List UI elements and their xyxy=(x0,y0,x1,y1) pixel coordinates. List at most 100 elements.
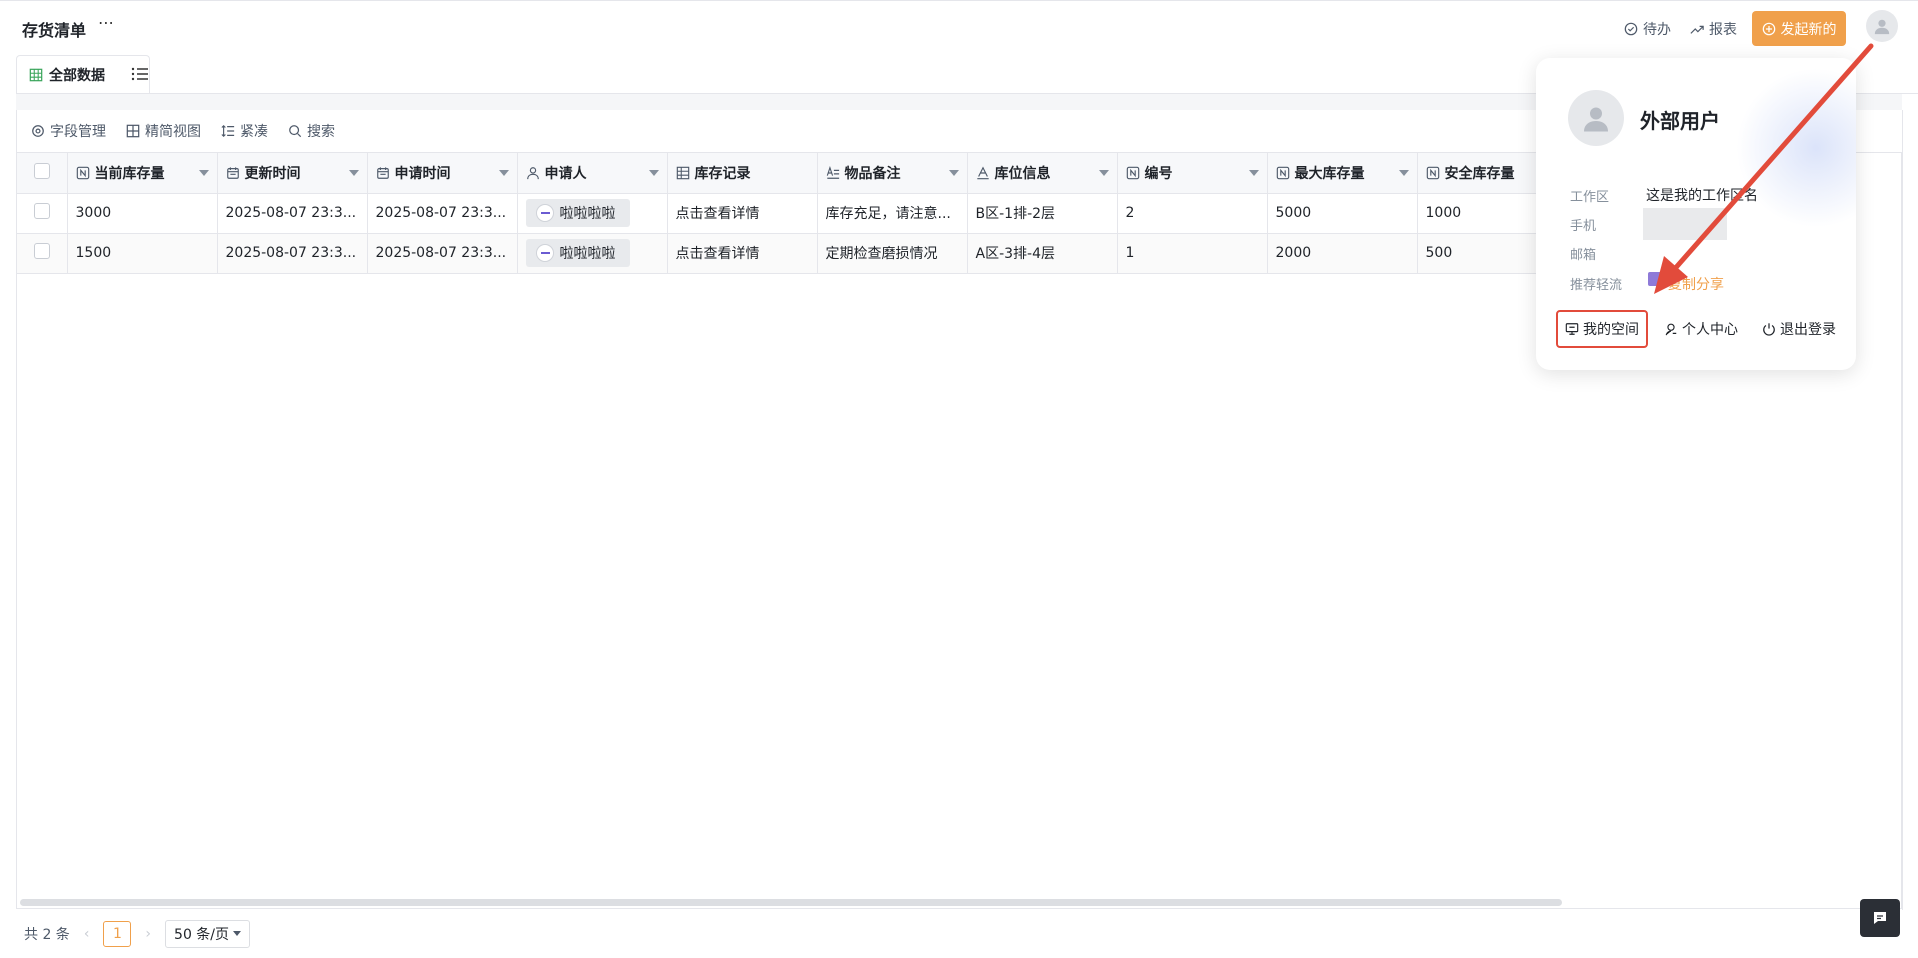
column-header[interactable]: 申请时间 xyxy=(367,153,518,194)
table-cell[interactable]: 啦啦啦啦 xyxy=(517,233,668,274)
table-header-row: 当前库存量 更新时间 申请时间 申请人 库存记录 物品备注 库位信息 编号 最大… xyxy=(17,153,1568,194)
personal-center-button[interactable]: 个人中心 xyxy=(1656,310,1746,348)
horizontal-scrollbar[interactable] xyxy=(20,899,1562,906)
prev-page-icon[interactable]: ‹ xyxy=(84,926,90,942)
column-header[interactable]: 更新时间 xyxy=(217,153,368,194)
table-cell[interactable]: 1 xyxy=(1117,233,1268,274)
calendar-icon xyxy=(226,167,239,179)
row-checkbox-cell[interactable] xyxy=(17,193,68,234)
column-menu-icon[interactable] xyxy=(198,169,209,176)
field-manage-button[interactable]: 字段管理 xyxy=(31,121,106,141)
todo-label: 待办 xyxy=(1643,22,1671,38)
column-menu-icon[interactable] xyxy=(498,169,509,176)
text-icon xyxy=(976,166,989,180)
column-menu-icon[interactable] xyxy=(648,169,659,176)
table-cell[interactable]: B区-1排-2层 xyxy=(967,193,1118,234)
pagination: 共 2 条 ‹ 1 › 50 条/页 xyxy=(16,908,1902,958)
logout-label: 退出登录 xyxy=(1780,322,1836,338)
density-button[interactable]: 紧凑 xyxy=(221,121,268,141)
new-request-button[interactable]: 发起新的 xyxy=(1752,11,1846,46)
user-chip[interactable]: 啦啦啦啦 xyxy=(525,199,630,227)
table-cell[interactable]: 点击查看详情 xyxy=(667,193,818,234)
todo-button[interactable]: 待办 xyxy=(1624,19,1671,39)
table-cell[interactable]: 点击查看详情 xyxy=(667,233,818,274)
redacted-contact xyxy=(1643,208,1727,240)
table-row[interactable]: 1500 2025-08-07 23:3... 2025-08-07 23:3.… xyxy=(17,233,1568,274)
number-icon xyxy=(76,166,89,180)
popover-user-name: 外部用户 xyxy=(1640,109,1720,133)
next-page-icon[interactable]: › xyxy=(145,926,151,942)
power-icon xyxy=(1763,323,1775,336)
column-label: 编号 xyxy=(1144,165,1173,182)
table-cell[interactable]: 2000 xyxy=(1267,233,1418,274)
table-cell[interactable]: 定期检查磨损情况 xyxy=(817,233,968,274)
table-cell[interactable]: 5000 xyxy=(1267,193,1418,234)
page-size-select[interactable]: 50 条/页 xyxy=(165,919,251,948)
table-cell[interactable]: 2025-08-07 23:3... xyxy=(367,233,518,274)
field-manage-label: 字段管理 xyxy=(50,124,106,140)
copy-share-link[interactable]: 复制分享 xyxy=(1668,274,1724,294)
report-button[interactable]: 报表 xyxy=(1690,19,1737,39)
plus-circle-icon xyxy=(1762,22,1775,35)
table-row[interactable]: 3000 2025-08-07 23:3... 2025-08-07 23:3.… xyxy=(17,193,1568,234)
user-avatar[interactable] xyxy=(1866,10,1898,42)
column-header[interactable]: 最大库存量 xyxy=(1267,153,1418,194)
popover-actions: 我的空间 个人中心 退出登录 xyxy=(1556,310,1844,348)
search-button[interactable]: 搜索 xyxy=(288,121,335,141)
column-menu-icon[interactable] xyxy=(1248,169,1259,176)
table-cell[interactable]: 3000 xyxy=(67,193,218,234)
my-space-button[interactable]: 我的空间 xyxy=(1556,310,1648,348)
row-checkbox-cell[interactable] xyxy=(17,233,68,274)
column-header[interactable]: 申请人 xyxy=(517,153,668,194)
column-menu-icon[interactable] xyxy=(1398,169,1409,176)
number-icon xyxy=(1126,166,1139,180)
table-icon xyxy=(676,166,689,180)
user-popover: 外部用户 工作区 这是我的工作区名 手机 邮箱 推荐轻流 复制分享 我的空间 个… xyxy=(1536,58,1856,370)
column-header[interactable]: 物品备注 xyxy=(817,153,968,194)
column-label: 最大库存量 xyxy=(1294,165,1365,182)
user-chip-avatar xyxy=(535,204,554,222)
select-all-checkbox[interactable] xyxy=(33,162,50,179)
column-label: 物品备注 xyxy=(844,165,901,182)
column-menu-icon[interactable] xyxy=(1098,169,1109,176)
total-count: 共 2 条 xyxy=(24,926,70,943)
row-checkbox[interactable] xyxy=(33,203,50,219)
list-view-icon[interactable] xyxy=(130,64,150,84)
column-header[interactable]: 库位信息 xyxy=(967,153,1118,194)
trend-chart-icon xyxy=(1690,25,1704,34)
table-cell[interactable]: 啦啦啦啦 xyxy=(517,193,668,234)
column-label: 申请人 xyxy=(544,165,587,182)
phone-label: 手机 xyxy=(1570,219,1597,234)
chat-icon xyxy=(1874,912,1886,924)
column-header[interactable]: 当前库存量 xyxy=(67,153,218,194)
table-cell[interactable]: 2025-08-07 23:3... xyxy=(217,233,368,274)
table-cell[interactable]: 1500 xyxy=(67,233,218,274)
column-label: 更新时间 xyxy=(244,165,301,182)
page-number-button[interactable]: 1 xyxy=(103,920,132,947)
table-cell[interactable]: A区-3排-4层 xyxy=(967,233,1118,274)
user-center-icon xyxy=(1665,323,1677,336)
select-all-checkbox-cell[interactable] xyxy=(17,153,68,194)
search-icon xyxy=(289,125,302,138)
column-label: 申请时间 xyxy=(394,165,451,182)
chat-button[interactable] xyxy=(1860,899,1900,937)
compact-view-button[interactable]: 精简视图 xyxy=(126,121,201,141)
workspace-label: 工作区 xyxy=(1570,190,1610,205)
column-menu-icon[interactable] xyxy=(348,169,359,176)
email-label: 邮箱 xyxy=(1570,248,1597,263)
table-cell[interactable]: 2 xyxy=(1117,193,1268,234)
row-height-icon xyxy=(221,124,235,138)
user-chip[interactable]: 啦啦啦啦 xyxy=(525,239,630,267)
column-menu-icon[interactable] xyxy=(948,169,959,176)
column-header[interactable]: 库存记录 xyxy=(667,153,818,194)
person-icon xyxy=(526,166,539,179)
column-header[interactable]: 编号 xyxy=(1117,153,1268,194)
column-label: 当前库存量 xyxy=(94,165,165,182)
more-icon[interactable]: ⋯ xyxy=(98,13,115,32)
top-bar: 存货清单 ⋯ 待办 报表 发起新的 xyxy=(0,0,1918,54)
row-checkbox[interactable] xyxy=(33,243,50,259)
logout-button[interactable]: 退出登录 xyxy=(1754,310,1844,348)
table-cell[interactable]: 库存充足，请注意... xyxy=(817,193,968,234)
table-cell[interactable]: 2025-08-07 23:3... xyxy=(367,193,518,234)
table-cell[interactable]: 2025-08-07 23:3... xyxy=(217,193,368,234)
